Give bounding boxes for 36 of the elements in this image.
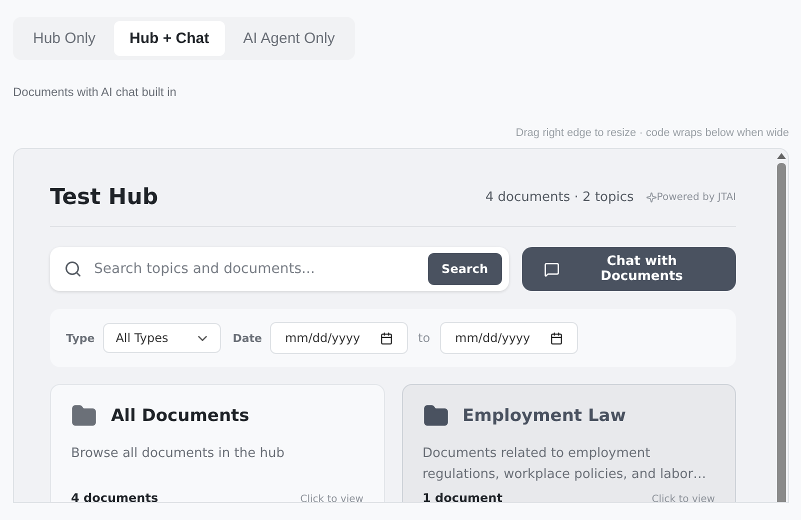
search-icon (64, 260, 82, 278)
scrollbar-thumb[interactable] (776, 163, 786, 502)
date-field[interactable]: mm/dd/yyyy (440, 322, 578, 354)
to-label: to (418, 331, 430, 345)
topic-description: Browse all documents in the hub (71, 445, 286, 463)
topic-title: All Documents (111, 406, 250, 426)
hub-title: Test Hub (50, 185, 160, 210)
document-count: 1 document (422, 491, 502, 502)
search-button[interactable]: Search (428, 253, 502, 285)
date-field[interactable]: mm/dd/yyyy (270, 322, 408, 354)
scroll-up-icon[interactable] (776, 153, 786, 159)
folder-icon (422, 403, 448, 429)
type-select[interactable]: All Types (102, 323, 221, 353)
mode-tab[interactable]: Hub + Chat (114, 21, 226, 56)
document-count: 4 documents (71, 491, 158, 502)
hub-stats: 4 documents · 2 topics (485, 190, 634, 205)
topic-description: Documents related to employment regulations, workplace policies, and labor… (422, 445, 708, 484)
mode-tab[interactable]: AI Agent Only (227, 21, 351, 56)
chat-button[interactable]: Chat with Documents (522, 247, 736, 291)
resize-hint: Drag right edge to resize · code wraps below when wide (514, 127, 789, 139)
date-label: Date (232, 332, 262, 344)
click-to-view-text: Click to view (300, 494, 364, 502)
type-label: Type (66, 332, 95, 344)
topic-title: Employment Law (462, 406, 626, 426)
sparkle-icon (646, 192, 657, 203)
calendar-icon (550, 332, 564, 344)
chat-icon (544, 260, 560, 278)
folder-icon (71, 403, 97, 429)
topic-card[interactable]: Employment Law Documents related to employment regulations, workplace policies, and labor… 1 document Click to view (402, 384, 736, 502)
click-to-view-text: Click to view (652, 494, 715, 502)
powered-by-text: Powered by JTAI (656, 192, 736, 203)
caption-text: Documents with AI chat built in (13, 85, 178, 99)
calendar-icon (380, 332, 393, 344)
mode-tab[interactable]: Hub Only (17, 21, 112, 56)
search-field[interactable]: Search topics and documents... Search (50, 247, 509, 291)
topic-card[interactable]: All Documents Browse all documents in the hub 4 documents Click to view (50, 384, 384, 502)
